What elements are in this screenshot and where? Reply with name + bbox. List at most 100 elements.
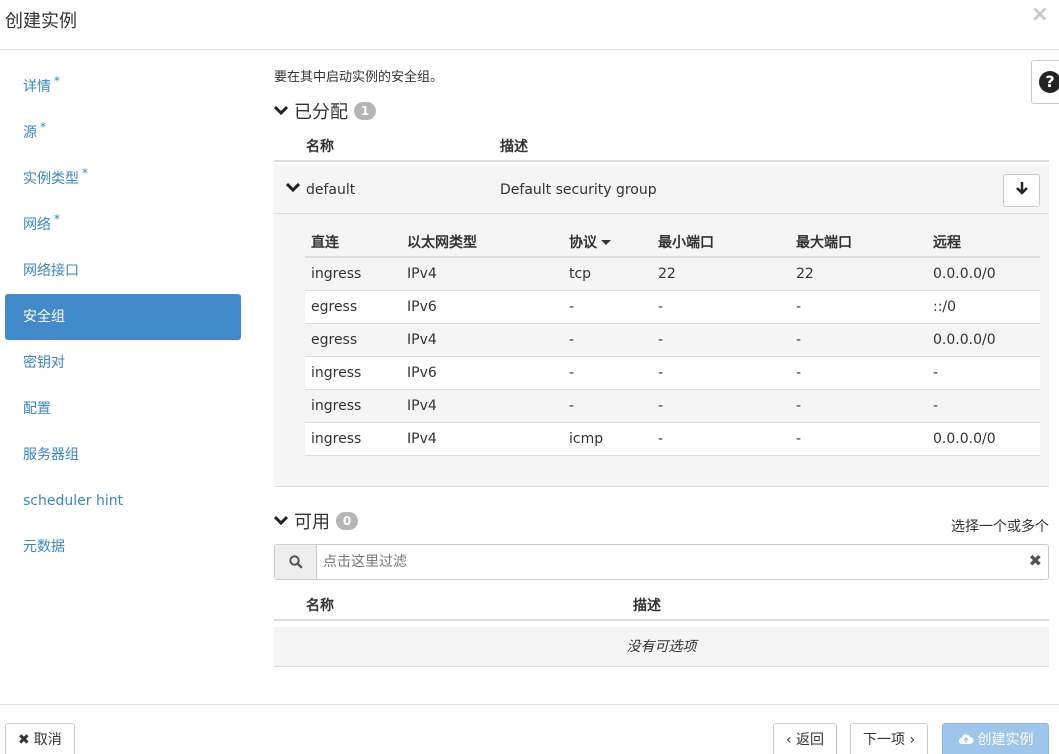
allocated-table-header: 名称 描述: [274, 128, 1049, 162]
deallocate-button[interactable]: [1003, 174, 1040, 207]
required-marker: *: [54, 74, 60, 88]
cell-max-port: -: [790, 290, 927, 324]
column-header-ethertype: 以太网类型: [401, 227, 563, 258]
available-section-header: 可用 0: [273, 508, 358, 534]
sidebar-item-configuration[interactable]: 配置: [5, 386, 241, 432]
cell-remote: ::/0: [927, 290, 1040, 324]
security-group-rules-panel: 直连 以太网类型 协议 最小端口 最大端口 远程 ingress IPv4 tc…: [274, 214, 1049, 487]
sidebar-item-key-pair[interactable]: 密钥对: [5, 340, 241, 386]
cell-remote: 0.0.0.0/0: [927, 257, 1040, 291]
cancel-label: 取消: [33, 732, 62, 748]
cell-max-port: -: [790, 422, 927, 456]
table-row: egress IPv6 - - - ::/0: [305, 290, 1040, 324]
cell-ethertype: IPv4: [401, 257, 563, 291]
modal-footer: ✖ 取消 ‹ 返回 下一项 › 创建实例: [0, 704, 1059, 754]
sidebar-item-details[interactable]: 详情 *: [5, 64, 241, 110]
modal-header: 创建实例 ×: [0, 0, 1059, 50]
sidebar-item-scheduler-hint[interactable]: scheduler hint: [5, 478, 241, 524]
chevron-down-icon[interactable]: [273, 103, 289, 119]
chevron-down-icon[interactable]: [285, 180, 301, 196]
filter-bar: ✖: [274, 544, 1049, 580]
cell-ethertype: IPv6: [401, 290, 563, 324]
available-title: 可用: [294, 512, 330, 533]
cell-direction: ingress: [305, 356, 401, 390]
cell-remote: 0.0.0.0/0: [927, 323, 1040, 357]
cancel-button[interactable]: ✖ 取消: [5, 723, 75, 754]
allocated-title: 已分配: [294, 102, 348, 123]
help-text: 要在其中启动实例的安全组。: [274, 70, 444, 85]
cell-min-port: -: [652, 389, 790, 423]
sidebar-item-label: 配置: [23, 401, 51, 417]
cell-protocol: -: [563, 290, 652, 324]
cell-max-port: -: [790, 389, 927, 423]
cell-min-port: -: [652, 422, 790, 456]
cell-min-port: -: [652, 290, 790, 324]
column-header-name: 名称: [306, 598, 334, 614]
allocated-section-header: 已分配 1: [273, 98, 376, 124]
security-group-name: default: [306, 182, 356, 198]
sidebar-item-networks[interactable]: 网络 *: [5, 202, 241, 248]
chevron-down-icon[interactable]: [273, 513, 289, 529]
empty-state: 没有可选项: [274, 627, 1049, 667]
rules-header-row: 直连 以太网类型 协议 最小端口 最大端口 远程: [305, 227, 1040, 258]
cell-direction: ingress: [305, 422, 401, 456]
available-table-header: 名称 描述: [274, 587, 1049, 621]
select-hint: 选择一个或多个: [951, 519, 1049, 535]
required-marker: *: [82, 166, 88, 180]
cell-protocol: tcp: [563, 257, 652, 291]
close-icon: ✖: [18, 732, 30, 748]
sidebar-item-label: 元数据: [23, 539, 65, 555]
filter-input[interactable]: [323, 551, 1013, 573]
help-button[interactable]: ?: [1031, 60, 1059, 104]
help-icon: ?: [1039, 71, 1059, 93]
sidebar-item-label: 网络接口: [23, 263, 79, 279]
close-icon[interactable]: ×: [1031, 2, 1049, 27]
cell-max-port: -: [790, 323, 927, 357]
column-header-name: 名称: [306, 139, 334, 155]
create-instance-button[interactable]: 创建实例: [942, 723, 1049, 754]
table-row: ingress IPv4 icmp - - 0.0.0.0/0: [305, 422, 1040, 456]
sidebar-item-label: 详情: [23, 79, 51, 95]
protocol-label: 协议: [569, 234, 597, 251]
cell-direction: egress: [305, 323, 401, 357]
sidebar-item-metadata[interactable]: 元数据: [5, 524, 241, 570]
sidebar-item-network-ports[interactable]: 网络接口: [5, 248, 241, 294]
sidebar-item-label: 安全组: [23, 309, 65, 325]
allocated-count-badge: 1: [354, 102, 376, 120]
sidebar-item-security-groups[interactable]: 安全组: [5, 294, 241, 340]
next-button[interactable]: 下一项 ›: [850, 723, 929, 754]
sort-caret-icon: [601, 240, 611, 245]
cell-remote: -: [927, 389, 1040, 423]
sidebar-item-label: 实例类型: [23, 171, 79, 187]
column-header-max-port: 最大端口: [790, 227, 927, 258]
clear-filter-icon[interactable]: ✖: [1029, 551, 1042, 570]
cell-ethertype: IPv4: [401, 422, 563, 456]
table-row: ingress IPv4 tcp 22 22 0.0.0.0/0: [305, 257, 1040, 291]
cell-protocol: icmp: [563, 422, 652, 456]
search-icon: [275, 545, 317, 579]
column-header-direction: 直连: [305, 227, 401, 258]
sidebar-item-flavor[interactable]: 实例类型 *: [5, 156, 241, 202]
sidebar-item-source[interactable]: 源 *: [5, 110, 241, 156]
sidebar-item-label: 网络: [23, 217, 51, 233]
cell-protocol: -: [563, 356, 652, 390]
sidebar-item-server-groups[interactable]: 服务器组: [5, 432, 241, 478]
cloud-upload-icon: [958, 732, 974, 748]
column-header-protocol[interactable]: 协议: [563, 227, 652, 258]
table-row: ingress IPv6 - - - -: [305, 356, 1040, 390]
table-row: ingress IPv4 - - - -: [305, 389, 1040, 423]
cell-direction: egress: [305, 290, 401, 324]
cell-min-port: 22: [652, 257, 790, 291]
back-button[interactable]: ‹ 返回: [773, 723, 838, 754]
required-marker: *: [40, 120, 46, 134]
rules-table: 直连 以太网类型 协议 最小端口 最大端口 远程 ingress IPv4 tc…: [305, 227, 1040, 456]
column-header-min-port: 最小端口: [652, 227, 790, 258]
cell-ethertype: IPv4: [401, 323, 563, 357]
security-group-description: Default security group: [500, 182, 657, 198]
table-row: egress IPv4 - - - 0.0.0.0/0: [305, 323, 1040, 357]
required-marker: *: [54, 212, 60, 226]
available-count-badge: 0: [336, 512, 358, 530]
wizard-sidebar: 详情 * 源 * 实例类型 * 网络 * 网络接口 安全组 密钥对 配置 服务器组 sc…: [5, 64, 241, 570]
create-label: 创建实例: [977, 732, 1034, 748]
cell-ethertype: IPv4: [401, 389, 563, 423]
